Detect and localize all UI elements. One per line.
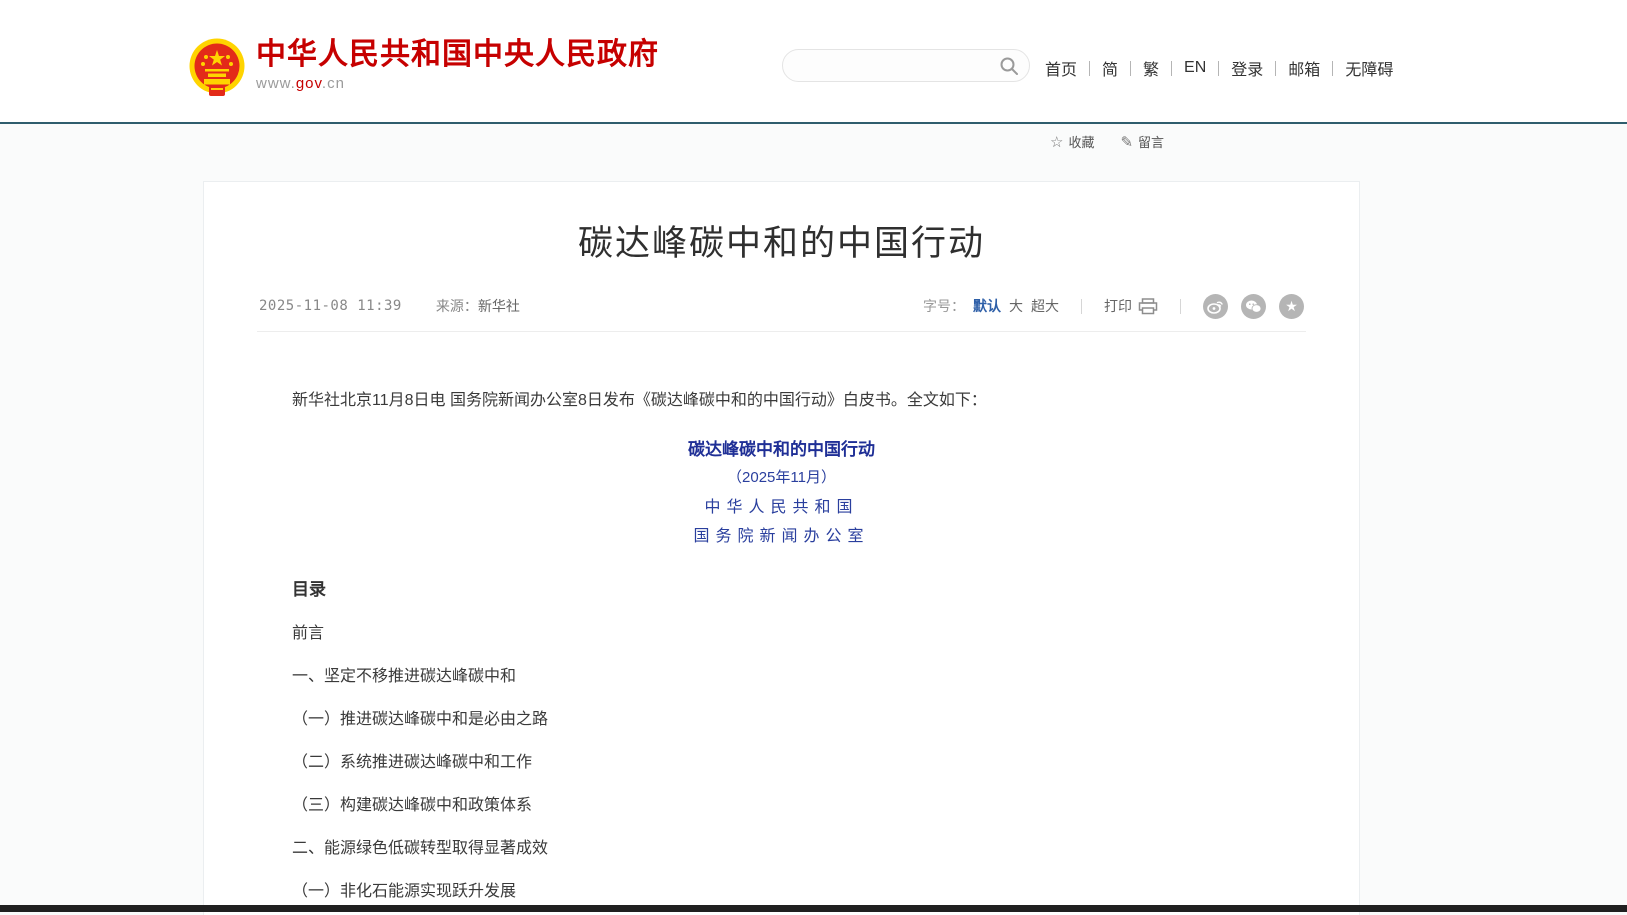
toc-item-section2-1: （一）非化石能源实现跃升发展	[292, 881, 1271, 903]
toc-item-section1: 一、坚定不移推进碳达峰碳中和	[292, 666, 1271, 688]
comment-label: 留言	[1138, 132, 1164, 151]
comment-button[interactable]: ✎ 留言	[1120, 132, 1164, 151]
nav-separator	[1089, 61, 1090, 76]
document-title: 碳达峰碳中和的中国行动	[292, 438, 1271, 462]
nav-separator	[1130, 61, 1131, 76]
article-body: 新华社北京11月8日电 国务院新闻办公室8日发布《碳达峰碳中和的中国行动》白皮书…	[204, 390, 1359, 903]
site-url-cn: .cn	[322, 75, 345, 92]
meta-divider	[257, 331, 1306, 332]
nav-separator	[1332, 61, 1333, 76]
star-icon: ☆	[1050, 133, 1063, 151]
meta-separator	[1081, 299, 1082, 314]
toc-item-preface: 前言	[292, 623, 1271, 645]
page: 中华人民共和国中央人民政府 www.gov.cn 首页 简 繁 EN 登录	[0, 0, 1627, 915]
nav-login[interactable]: 登录	[1231, 56, 1263, 80]
nav-separator	[1218, 61, 1219, 76]
print-button[interactable]: 打印	[1104, 296, 1132, 316]
top-nav: 首页 简 繁 EN 登录 邮箱 无障碍	[1045, 56, 1393, 80]
national-emblem-icon	[188, 38, 246, 98]
favorite-label: 收藏	[1068, 132, 1094, 151]
search-input[interactable]	[799, 50, 999, 81]
page-actions: ☆ 收藏 ✎ 留言	[1050, 132, 1164, 151]
meta-separator	[1180, 299, 1181, 314]
toc-item-section1-3: （三）构建碳达峰碳中和政策体系	[292, 795, 1271, 817]
nav-separator	[1275, 61, 1276, 76]
nav-english[interactable]: EN	[1184, 59, 1206, 77]
search-icon[interactable]	[999, 56, 1019, 76]
fontsize-label: 字号：	[923, 296, 965, 316]
pencil-icon: ✎	[1120, 133, 1133, 151]
star-glyph: ★	[1285, 299, 1298, 313]
article-meta-right: 字号： 默认 大 超大 打印	[923, 294, 1304, 319]
document-date: （2025年11月）	[292, 468, 1271, 488]
article-meta-row: 2025-11-08 11:39 来源： 新华社 字号： 默认 大 超大 打印	[259, 294, 1304, 318]
favorite-button[interactable]: ☆ 收藏	[1050, 132, 1094, 151]
site-header: 中华人民共和国中央人民政府 www.gov.cn 首页 简 繁 EN 登录	[0, 0, 1627, 122]
share-star-icon[interactable]: ★	[1279, 294, 1304, 319]
toc-item-section1-2: （二）系统推进碳达峰碳中和工作	[292, 752, 1271, 774]
toc-item-section2: 二、能源绿色低碳转型取得显著成效	[292, 838, 1271, 860]
site-title: 中华人民共和国中央人民政府	[256, 38, 659, 72]
document-issuer-country: 中华人民共和国	[292, 497, 1271, 517]
share-wechat-icon[interactable]	[1241, 294, 1266, 319]
document-issuer-office: 国务院新闻办公室	[292, 526, 1271, 546]
article-intro: 新华社北京11月8日电 国务院新闻办公室8日发布《碳达峰碳中和的中国行动》白皮书…	[292, 390, 1271, 412]
article-meta-left: 2025-11-08 11:39 来源： 新华社	[259, 296, 520, 316]
fontsize-xlarge-button[interactable]: 超大	[1031, 296, 1059, 316]
share-weibo-icon[interactable]	[1203, 294, 1228, 319]
toc-item-section1-1: （一）推进碳达峰碳中和是必由之路	[292, 709, 1271, 731]
article-card: 碳达峰碳中和的中国行动 2025-11-08 11:39 来源： 新华社 字号：…	[203, 181, 1360, 915]
site-logo-group[interactable]: 中华人民共和国中央人民政府 www.gov.cn	[188, 38, 659, 98]
site-url-gov: gov	[296, 75, 322, 92]
article-title: 碳达峰碳中和的中国行动	[204, 222, 1359, 266]
site-url[interactable]: www.gov.cn	[256, 75, 659, 92]
toc-heading: 目录	[292, 578, 1271, 602]
nav-traditional-chinese[interactable]: 繁	[1143, 56, 1159, 80]
nav-home[interactable]: 首页	[1045, 56, 1077, 80]
nav-mailbox[interactable]: 邮箱	[1288, 56, 1320, 80]
search-box	[782, 49, 1030, 82]
printer-icon[interactable]	[1132, 298, 1158, 315]
fontsize-large-button[interactable]: 大	[1009, 296, 1023, 316]
share-icons: ★	[1203, 294, 1304, 319]
nav-accessibility[interactable]: 无障碍	[1345, 56, 1393, 80]
site-url-www: www.	[256, 75, 296, 92]
publish-date: 2025-11-08 11:39	[259, 298, 402, 314]
nav-simplified-chinese[interactable]: 简	[1102, 56, 1118, 80]
source-label: 来源：	[436, 296, 478, 316]
source-value: 新华社	[478, 296, 520, 316]
nav-separator	[1171, 61, 1172, 76]
viewport-bottom-edge	[0, 905, 1627, 912]
fontsize-default-button[interactable]: 默认	[973, 296, 1001, 316]
